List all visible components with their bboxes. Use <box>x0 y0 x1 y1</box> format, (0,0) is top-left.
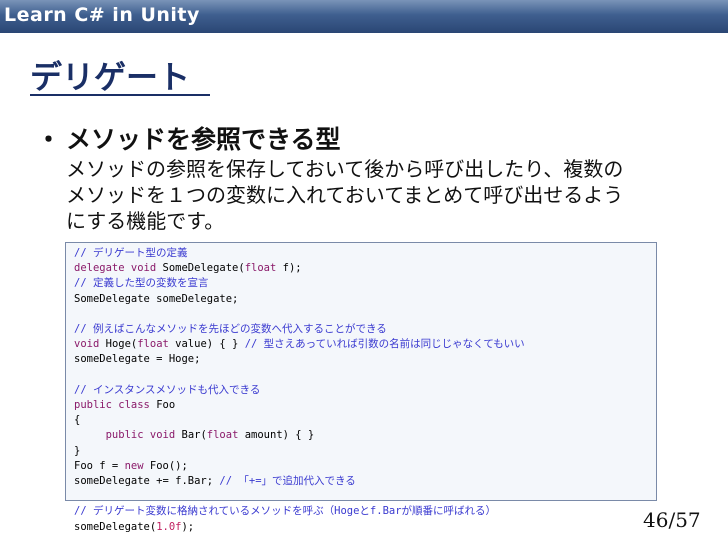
code-line: // インスタンスメソッドも代入できる <box>74 383 525 398</box>
code-token: new <box>124 459 144 472</box>
code-token: delegate <box>74 262 125 275</box>
code-token: amount) { } <box>238 429 315 442</box>
code-token: void <box>74 338 100 351</box>
code-token: { <box>74 414 81 427</box>
code-token: Foo(); <box>143 459 188 472</box>
code-line: SomeDelegate someDelegate; <box>74 292 525 307</box>
code-token: float <box>206 429 239 442</box>
code-token: Foo <box>149 399 176 412</box>
code-line: someDelegate += f.Bar; // 「+=」で追加代入できる <box>74 474 525 489</box>
body-text: メソッドの参照を保存しておいて後から呼び出したり、複数の メソッドを１つの変数に… <box>66 156 706 234</box>
code-line: Foo f = new Foo(); <box>74 459 525 474</box>
page-number: 46/57 <box>643 508 701 532</box>
code-token: float <box>137 338 169 351</box>
code-line: // デリゲート型の定義 <box>74 246 525 261</box>
code-token: float <box>244 262 277 275</box>
code-line: someDelegate = Hoge; <box>74 352 525 367</box>
code-line: // 定義した型の変数を宣言 <box>74 276 525 291</box>
code-line: // デリゲート変数に格納されているメソッドを呼ぶ（Hogeとf.Barが順番に… <box>74 504 525 519</box>
header-title: Learn C# in Unity <box>4 4 200 26</box>
bullet-heading: メソッドを参照できる型 <box>66 125 341 154</box>
code-token: SomeDelegate someDelegate; <box>74 292 239 305</box>
code-token: Foo f = <box>74 459 125 472</box>
code-token: // デリゲート変数に格納されているメソッドを呼ぶ（Hogeとf.Barが順番に… <box>74 505 497 518</box>
bullet-marker: ・ <box>36 125 62 154</box>
code-line: } <box>74 444 525 459</box>
code-token: someDelegate = Hoge; <box>74 353 201 366</box>
code-token: Bar( <box>175 429 207 442</box>
code-token: f); <box>276 262 302 275</box>
code-line: delegate void SomeDelegate(float f); <box>74 261 525 276</box>
code-block: // デリゲート型の定義 delegate void SomeDelegate(f… <box>74 246 525 535</box>
code-token: // 型さえあっていれば引数の名前は同じじゃなくてもいい <box>244 338 525 351</box>
body-line: メソッドの参照を保存しておいて後から呼び出したり、複数の <box>66 157 624 181</box>
code-token: public <box>74 399 112 412</box>
code-token: // インスタンスメソッドも代入できる <box>74 383 261 396</box>
code-line: someDelegate(1.0f); <box>74 520 525 535</box>
code-token: void <box>130 262 157 275</box>
code-token: void <box>149 429 176 442</box>
code-token: ); <box>181 520 195 533</box>
body-line: にする機能です。 <box>66 209 225 233</box>
code-token: value) { } <box>168 338 245 351</box>
code-token: Hoge( <box>99 338 138 351</box>
slide-title: デリゲート <box>30 58 191 96</box>
code-token: class <box>118 399 150 412</box>
code-token: } <box>74 444 81 457</box>
code-line: { <box>74 413 525 428</box>
code-token: // デリゲート型の定義 <box>74 247 188 259</box>
code-token: public <box>105 429 144 442</box>
code-line: public void Bar(float amount) { } <box>74 428 525 443</box>
code-line: // 例えばこんなメソッドを先ほどの変数へ代入することができる <box>74 322 525 337</box>
code-token: 1.0f <box>156 520 182 533</box>
code-token: // 定義した型の変数を宣言 <box>74 277 209 290</box>
code-token: // 例えばこんなメソッドを先ほどの変数へ代入することができる <box>74 323 387 336</box>
code-line: void Hoge(float value) { } // 型さえあっていれば引… <box>74 337 525 352</box>
code-token: someDelegate += f.Bar; <box>74 475 220 488</box>
code-token: // 「+=」で追加代入できる <box>219 475 356 488</box>
code-line: public class Foo <box>74 398 525 413</box>
body-line: メソッドを１つの変数に入れておいてまとめて呼び出せるよう <box>66 183 624 207</box>
title-underline <box>30 94 210 96</box>
code-token: SomeDelegate( <box>156 262 245 275</box>
slide-header-bar: Learn C# in Unity <box>0 0 728 33</box>
code-token: someDelegate( <box>74 520 157 533</box>
